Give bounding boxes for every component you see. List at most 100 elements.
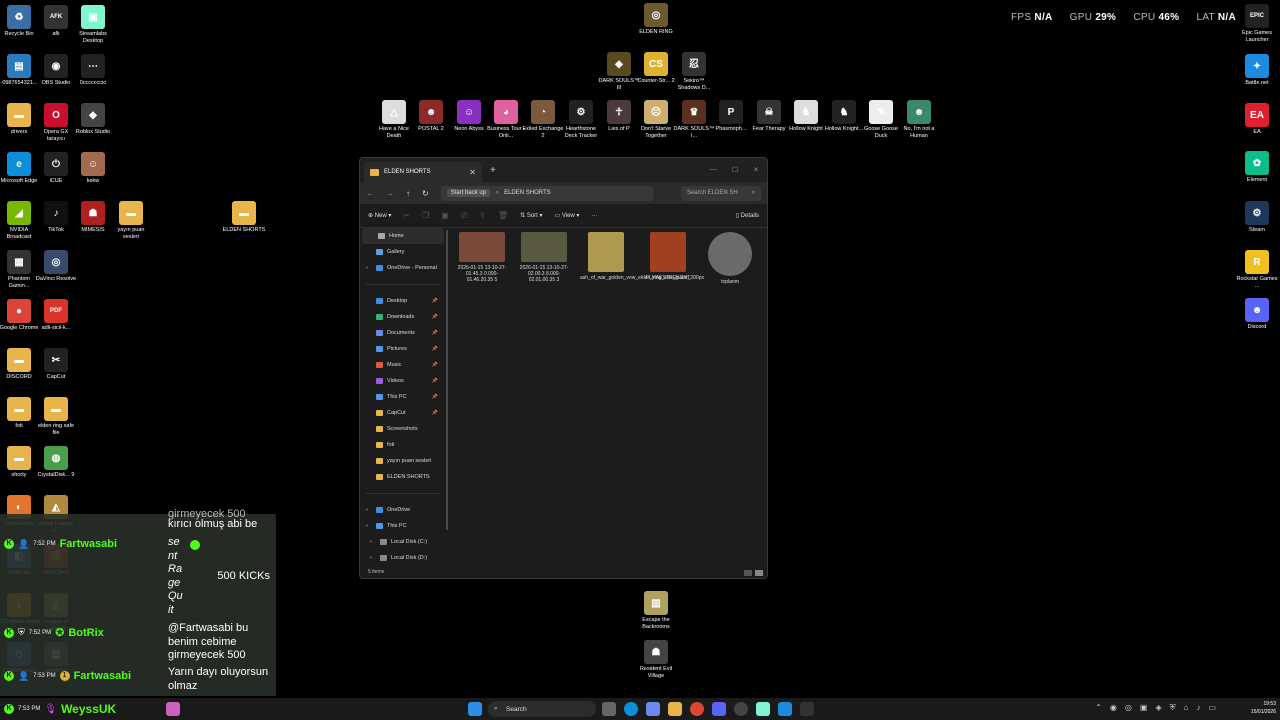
- close-window-button[interactable]: ✕: [753, 166, 759, 174]
- desktop-right-icon-1[interactable]: ✦ Battle.net: [1235, 54, 1279, 87]
- file-item[interactable]: ash_of_war_golden_vow_elden_ring_wiki_gu…: [580, 232, 704, 281]
- chat-username[interactable]: Fartwasabi: [60, 538, 117, 550]
- more-options-icon[interactable]: ···: [591, 213, 597, 219]
- sidebar-item-onedrive-personal[interactable]: › OneDrive - Personal: [360, 260, 446, 276]
- sidebar-item-home[interactable]: Home: [362, 228, 444, 244]
- sidebar-item-foti[interactable]: foti: [360, 437, 446, 453]
- sidebar-item-capcut[interactable]: CapCut 📌: [360, 405, 446, 421]
- search-input[interactable]: Search ELDEN SH ⌕: [681, 185, 761, 201]
- file-item[interactable]: 2026-01-15 13-10-27-02.00.3 8.000-02.01.…: [518, 232, 570, 283]
- sidebar-item-desktop[interactable]: Desktop 📌: [360, 293, 446, 309]
- minimize-button[interactable]: —: [710, 166, 717, 174]
- rename-icon[interactable]: ⎚: [461, 211, 467, 221]
- sidebar-item-local-disk-d-[interactable]: › Local Disk (D:): [360, 550, 446, 566]
- close-tab-icon[interactable]: ✕: [469, 168, 476, 177]
- tray-app-icon[interactable]: ▣: [1140, 703, 1148, 713]
- tray-chevron-icon[interactable]: ⌃: [1095, 703, 1102, 713]
- desktop-left-icon-15[interactable]: ▬ yayın puan sesleri: [109, 201, 153, 241]
- desktop-right-icon-2[interactable]: EA EA: [1235, 103, 1279, 136]
- desktop-right-icon-4[interactable]: ⚙ Steam: [1235, 201, 1279, 234]
- tray-app-icon[interactable]: ◎: [1125, 703, 1132, 713]
- desktop-left-icon-11[interactable]: ☺ kekw: [71, 152, 115, 185]
- back-arrow-icon[interactable]: ←: [366, 189, 374, 198]
- desktop-game-icon-0[interactable]: ◎ ELDEN RING: [634, 3, 678, 36]
- desktop-game-icon-20[interactable]: ☗ Resident Evil Village: [634, 640, 678, 680]
- tiles-view-icon[interactable]: [755, 570, 763, 576]
- desktop-left-icon-5[interactable]: ⋯ 0cccccccio: [71, 54, 115, 87]
- windows-start-icon[interactable]: [468, 702, 482, 716]
- sidebar-item-videos[interactable]: Videos 📌: [360, 373, 446, 389]
- breadcrumb-back-up[interactable]: Start back up: [446, 189, 491, 197]
- file-item[interactable]: FLMAESTRENGHT: [642, 232, 694, 281]
- desktop-game-icon-19[interactable]: ▥ Escape the Backrooms: [634, 591, 678, 631]
- sidebar-item-downloads[interactable]: Downloads 📌: [360, 309, 446, 325]
- obs-icon[interactable]: [734, 702, 748, 716]
- delete-icon[interactable]: 🗑: [498, 211, 508, 220]
- navigation-scrollbar[interactable]: [446, 230, 448, 530]
- details-button[interactable]: ▯ Details: [736, 212, 759, 219]
- view-button[interactable]: ▭ View ▾: [555, 212, 580, 219]
- tray-app-icon[interactable]: ⛨: [1170, 703, 1176, 713]
- sidebar-item-this-pc[interactable]: This PC 📌: [360, 389, 446, 405]
- chrome-icon[interactable]: [690, 702, 704, 716]
- sidebar-item-music[interactable]: Music 📌: [360, 357, 446, 373]
- desktop-left-icon-8[interactable]: ◆ Roblox Studio: [71, 103, 115, 136]
- address-bar[interactable]: Start back up › ELDEN SHORTS: [440, 185, 653, 201]
- battery-icon[interactable]: ▭: [1208, 703, 1216, 713]
- copy-icon[interactable]: ❐: [422, 211, 429, 220]
- chevron-right-icon[interactable]: ›: [370, 555, 372, 561]
- chevron-right-icon[interactable]: ›: [366, 507, 368, 513]
- desktop-far-icon-0[interactable]: ▬ ELDEN SHORTS: [222, 201, 266, 234]
- up-arrow-icon[interactable]: ↑: [406, 189, 410, 198]
- desktop-right-icon-0[interactable]: EPIC Epic Games Launcher: [1235, 4, 1279, 44]
- task-view-icon[interactable]: [602, 702, 616, 716]
- chevron-right-icon[interactable]: ›: [370, 539, 372, 545]
- forward-arrow-icon[interactable]: →: [386, 189, 394, 198]
- sidebar-item-local-disk-c-[interactable]: › Local Disk (C:): [360, 534, 446, 550]
- desktop-left-icon-25[interactable]: ◍ CrystalDisk... 9: [34, 446, 78, 479]
- battlenet-icon[interactable]: [778, 702, 792, 716]
- clock[interactable]: 19:53 15/01/2026: [1251, 700, 1276, 716]
- tray-app-icon[interactable]: ◉: [1110, 703, 1117, 713]
- desktop-game-icon-3[interactable]: 忍 Sekiro™ Shadows D...: [672, 52, 716, 92]
- network-icon[interactable]: ⌂: [1184, 703, 1189, 713]
- file-explorer-icon[interactable]: [668, 702, 682, 716]
- discord-icon[interactable]: [712, 702, 726, 716]
- desktop-right-icon-5[interactable]: R Rockstar Games ...: [1235, 250, 1279, 290]
- chat-username[interactable]: BotRix: [68, 627, 103, 639]
- volume-icon[interactable]: ♪: [1196, 703, 1200, 713]
- sidebar-item-gallery[interactable]: Gallery: [360, 244, 446, 260]
- edge-icon[interactable]: [624, 702, 638, 716]
- sidebar-item-elden-shorts[interactable]: ELDEN SHORTS: [360, 469, 446, 485]
- streamlabs-icon[interactable]: [756, 702, 770, 716]
- chat-username[interactable]: WeyssUK: [61, 702, 116, 716]
- chevron-right-icon[interactable]: ›: [366, 523, 368, 529]
- desktop-left-icon-2[interactable]: ▣ Streamlabs Desktop: [71, 5, 115, 45]
- share-icon[interactable]: ⇪: [479, 211, 486, 220]
- cut-icon[interactable]: ✂: [403, 211, 410, 220]
- sidebar-item-this-pc[interactable]: › This PC: [360, 518, 446, 534]
- desktop-left-icon-21[interactable]: ✂ CapCut: [34, 348, 78, 381]
- sidebar-item-yay-n-puan-sesleri[interactable]: yayın puan sesleri: [360, 453, 446, 469]
- maximize-button[interactable]: ☐: [732, 166, 738, 174]
- sidebar-item-pictures[interactable]: Pictures 📌: [360, 341, 446, 357]
- sort-button[interactable]: ⇅ Sort ▾: [520, 212, 542, 219]
- sidebar-item-screenshots[interactable]: Screenshots: [360, 421, 446, 437]
- new-button[interactable]: ⊕ New ▾: [368, 212, 391, 219]
- pinned-app-icon[interactable]: [166, 702, 180, 716]
- desktop-left-icon-23[interactable]: ▬ elden ring safe file: [34, 397, 78, 437]
- desktop-game-icon-18[interactable]: ☻ No, I'm not a Human: [897, 100, 941, 140]
- capcut-icon[interactable]: [800, 702, 814, 716]
- sidebar-item-onedrive[interactable]: › OneDrive: [360, 502, 446, 518]
- details-view-icon[interactable]: [744, 570, 752, 576]
- desktop-left-icon-17[interactable]: ◎ DaVinci Resolve: [34, 250, 78, 283]
- copilot-icon[interactable]: [646, 702, 660, 716]
- paste-icon[interactable]: ▣: [441, 211, 449, 220]
- chevron-right-icon[interactable]: ›: [366, 265, 368, 271]
- sidebar-item-documents[interactable]: Documents 📌: [360, 325, 446, 341]
- tab-elden-shorts[interactable]: ELDEN SHORTS ✕: [364, 162, 482, 182]
- desktop-right-icon-6[interactable]: ☻ Discord: [1235, 298, 1279, 331]
- refresh-icon[interactable]: ↻: [422, 189, 429, 198]
- breadcrumb-current[interactable]: ELDEN SHORTS: [504, 190, 551, 196]
- file-item[interactable]: toplanm: [704, 232, 756, 285]
